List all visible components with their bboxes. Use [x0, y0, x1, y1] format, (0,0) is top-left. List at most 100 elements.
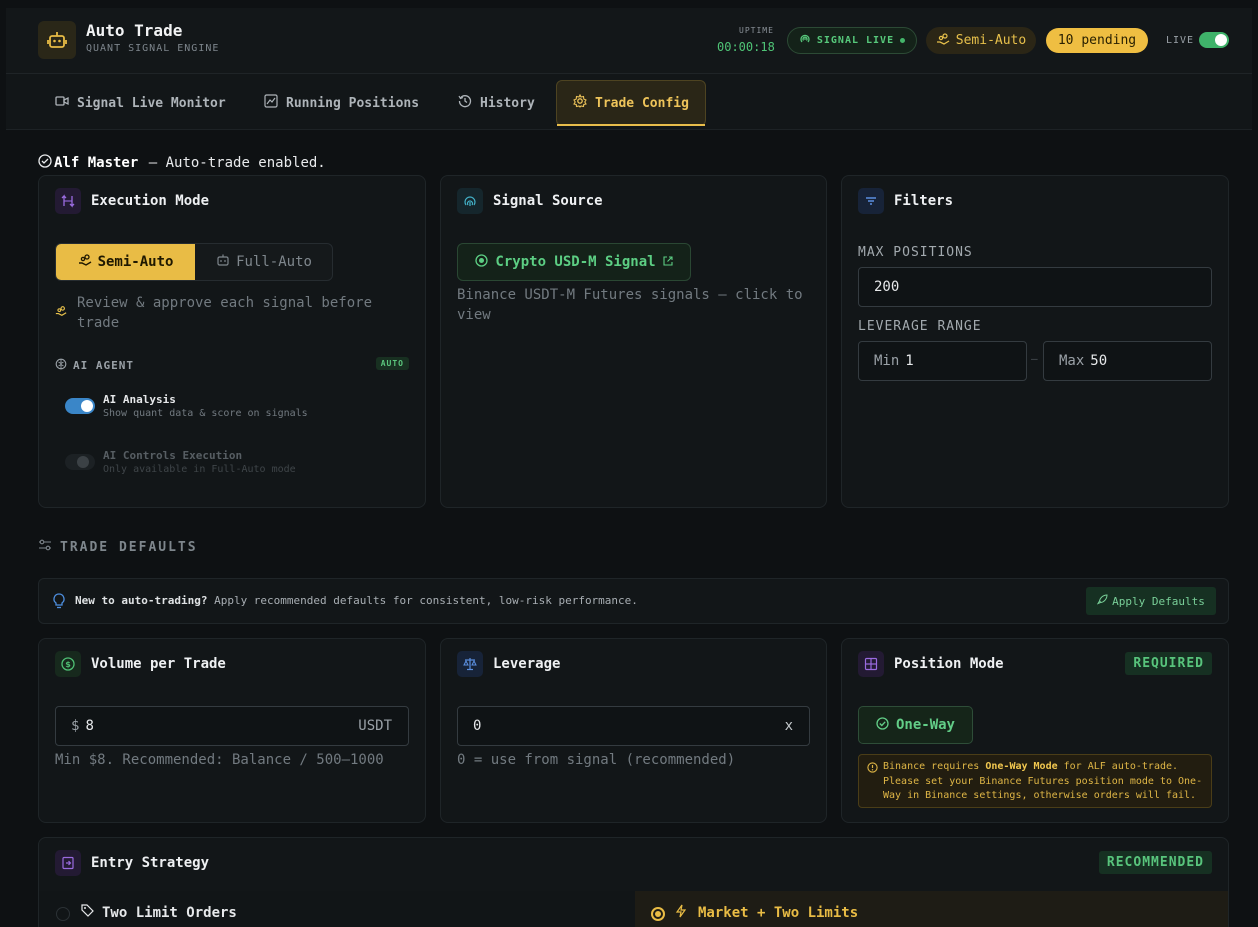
chart-line-icon: [264, 94, 278, 112]
apply-defaults-button[interactable]: Apply Defaults: [1086, 587, 1216, 615]
robot-icon: [38, 21, 76, 59]
tip-bold: New to auto-trading?: [75, 594, 208, 607]
volume-input[interactable]: $ 8 USDT: [55, 706, 409, 746]
ai-analysis-row: AI Analysis Show quant data & score on s…: [103, 393, 308, 419]
radio-dot: [655, 911, 661, 917]
video-icon: [55, 94, 69, 112]
tab-trade-config[interactable]: Trade Config: [556, 80, 706, 126]
max-positions-input[interactable]: 200: [858, 267, 1212, 307]
info-icon: [867, 762, 878, 779]
top-bar: Auto Trade QUANT SIGNAL ENGINE UPTIME 00…: [6, 8, 1252, 74]
max-positions-value: 200: [874, 279, 900, 295]
tab-label: History: [480, 95, 535, 111]
ai-controls-toggle[interactable]: [65, 454, 95, 470]
radio-button[interactable]: [56, 907, 70, 921]
leverage-hint: 0 = use from signal (recommended): [457, 752, 736, 768]
ai-controls-row: AI Controls Execution Only available in …: [103, 449, 296, 475]
ai-analysis-desc: Show quant data & score on signals: [103, 408, 308, 419]
check-circle-icon: [876, 716, 889, 734]
history-icon: [458, 94, 472, 112]
volume-prefix: $: [71, 718, 80, 734]
login-icon: [55, 850, 81, 876]
position-mode-card: Position Mode REQUIRED One-Way Binance r…: [841, 638, 1229, 823]
card-title: Volume per Trade: [91, 656, 226, 672]
fingerprint-icon: [457, 188, 483, 214]
volume-value: 8: [85, 718, 94, 734]
leverage-value: 0: [473, 718, 482, 734]
required-badge: REQUIRED: [1125, 652, 1212, 675]
entry-strategy-card: Entry Strategy RECOMMENDED Two Limit Ord…: [38, 837, 1229, 927]
ai-agent-header: AI AGENT: [55, 358, 134, 373]
card-header: Entry Strategy: [55, 850, 209, 876]
range-separator: –: [1031, 352, 1038, 365]
app-subtitle: QUANT SIGNAL ENGINE: [86, 43, 220, 54]
signal-source-card: Signal Source Crypto USD-M Signal Binanc…: [440, 175, 827, 508]
notice-text: — Auto-trade enabled.: [140, 155, 326, 171]
toggle-knob: [1215, 34, 1227, 46]
leverage-min-input[interactable]: Min 1: [858, 341, 1027, 381]
swap-icon: [55, 188, 81, 214]
crypto-signal-button[interactable]: Crypto USD-M Signal: [457, 243, 691, 281]
leverage-input[interactable]: 0 x: [457, 706, 810, 746]
radio-button-selected[interactable]: [651, 907, 665, 921]
mode-description-text: Review & approve each signal before trad…: [77, 295, 373, 331]
section-title-text: TRADE DEFAULTS: [60, 539, 198, 555]
entry-option-two-limits[interactable]: Two Limit Orders: [39, 891, 635, 927]
lightbulb-icon: [52, 593, 66, 613]
entry-option-market-two-limits[interactable]: Market + Two Limits: [635, 891, 1228, 927]
tab-history[interactable]: History: [442, 80, 551, 126]
leverage-min-value: 1: [905, 353, 914, 369]
leverage-max-input[interactable]: Max 50: [1043, 341, 1212, 381]
ai-controls-title: AI Controls Execution: [103, 449, 243, 462]
hand-coins-icon: [936, 32, 950, 50]
apply-defaults-label: Apply Defaults: [1112, 594, 1205, 608]
mode-badge[interactable]: Semi-Auto: [926, 27, 1036, 54]
option-label: Market + Two Limits: [698, 905, 859, 921]
lightning-icon: [675, 904, 687, 922]
pending-badge[interactable]: 10 pending: [1046, 28, 1148, 53]
leverage-max-value: 50: [1090, 353, 1108, 369]
status-notice: Alf Master — Auto-trade enabled.: [38, 154, 326, 172]
check-circle-icon: [38, 154, 52, 172]
crypto-signal-label: Crypto USD-M Signal: [495, 254, 656, 270]
sliders-icon: [38, 538, 52, 556]
ai-analysis-toggle[interactable]: [65, 398, 95, 414]
semi-auto-button[interactable]: Semi-Auto: [56, 244, 195, 280]
brain-icon: [55, 358, 67, 373]
signal-source-description: Binance USDT-M Futures signals — click t…: [457, 287, 803, 323]
leverage-card: Leverage 0 x 0 = use from signal (recomm…: [440, 638, 827, 823]
tab-label: Trade Config: [595, 95, 689, 111]
recommended-badge: RECOMMENDED: [1098, 851, 1212, 874]
dollar-icon: $: [55, 651, 81, 677]
card-header: Leverage: [457, 651, 560, 677]
semi-auto-label: Semi-Auto: [97, 254, 174, 270]
status-dot: [900, 38, 906, 43]
volume-hint: Min $8. Recommended: Balance / 500–1000: [55, 752, 384, 768]
scale-icon: [457, 651, 483, 677]
ai-agent-badge: AUTO: [375, 357, 409, 370]
tab-signal-live-monitor[interactable]: Signal Live Monitor: [39, 80, 242, 126]
tab-label: Signal Live Monitor: [77, 95, 226, 111]
full-auto-label: Full-Auto: [236, 254, 312, 270]
bot-icon: [216, 253, 230, 271]
mode-description: Review & approve each signal before trad…: [55, 293, 395, 333]
warning-pre: Binance requires: [883, 761, 986, 772]
card-title: Position Mode: [894, 656, 1004, 672]
signal-live-badge: SIGNAL LIVE: [787, 27, 917, 54]
full-auto-button[interactable]: Full-Auto: [195, 244, 333, 280]
toggle-knob: [77, 456, 89, 468]
one-way-button[interactable]: One-Way: [858, 706, 973, 744]
card-title: Signal Source: [493, 193, 603, 209]
signal-icon: [799, 33, 811, 48]
defaults-tip-bar: New to auto-trading? Apply recommended d…: [38, 578, 1229, 624]
tip-body: Apply recommended defaults for consisten…: [207, 594, 638, 607]
live-toggle[interactable]: [1199, 32, 1229, 48]
tab-running-positions[interactable]: Running Positions: [248, 80, 435, 126]
volume-card: $ Volume per Trade $ 8 USDT Min $8. Reco…: [38, 638, 426, 823]
card-header: Signal Source: [457, 188, 603, 214]
leverage-suffix: x: [784, 718, 793, 734]
layout-icon: [858, 651, 884, 677]
warning-bold: One-Way Mode: [985, 761, 1058, 772]
app-title: Auto Trade: [86, 21, 183, 40]
filters-card: Filters MAX POSITIONS 200 LEVERAGE RANGE…: [841, 175, 1229, 508]
